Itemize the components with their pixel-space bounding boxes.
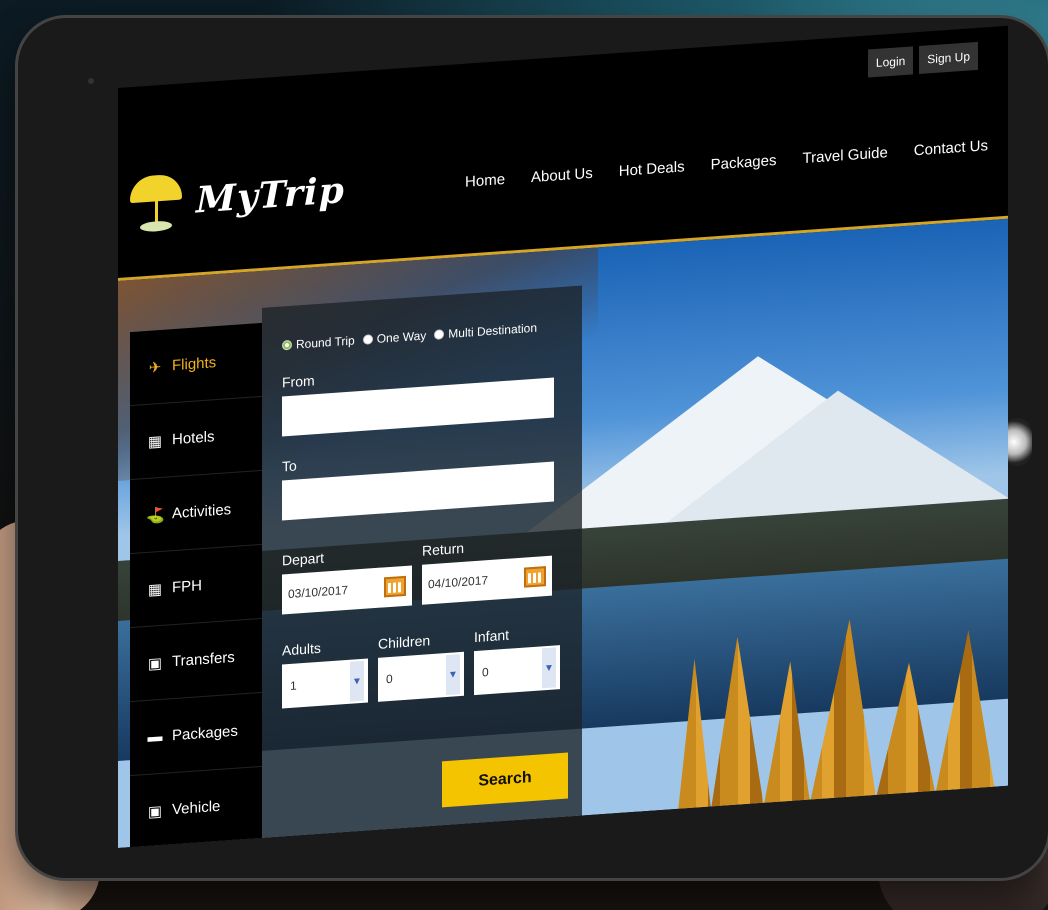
auth-buttons: Login Sign Up [867,41,978,78]
building-icon: ▦ [147,432,163,451]
sidebar-item-label: Transfers [172,648,235,671]
children-value: 0 [386,671,393,687]
sidebar-item-vehicle[interactable]: ▣ Vehicle [130,766,262,848]
return-date-value: 04/10/2017 [428,573,489,592]
adults-label: Adults [282,639,321,659]
sidebar-item-flights[interactable]: ✈ Flights [130,322,262,407]
radio-dot [282,339,292,351]
car-icon: ▣ [147,654,163,673]
signup-button[interactable]: Sign Up [919,41,978,74]
building-icon: ▦ [147,580,163,599]
sidebar-item-label: FPH [172,577,202,597]
umbrella-icon [130,173,186,233]
trip-type-group: Round Trip One Way Multi Destination [282,319,562,353]
main-nav: Home About Us Hot Deals Packages Travel … [465,137,988,191]
sidebar-item-label: Packages [172,722,238,745]
sidebar-item-label: Activities [172,501,232,523]
radio-dot [362,334,373,345]
chevron-down-icon: ▼ [446,654,460,696]
depart-date-value: 03/10/2017 [288,582,349,602]
login-button[interactable]: Login [867,46,914,78]
screen: Login Sign Up MyTrip Home About Us Hot D… [118,25,1008,848]
radio-dot [434,329,445,340]
radio-label: One Way [376,328,427,346]
nav-contact-us[interactable]: Contact Us [914,137,988,159]
sidebar-item-hotels[interactable]: ▦ Hotels [130,396,262,481]
chevron-down-icon: ▼ [542,647,556,689]
adults-select[interactable]: 1 ▼ [282,658,368,709]
radio-label: Multi Destination [448,320,537,341]
nav-packages[interactable]: Packages [711,152,777,174]
golfer-icon: ⛳ [146,506,165,525]
depart-label: Depart [282,549,325,569]
depart-date-field[interactable]: 03/10/2017 [282,565,412,615]
nav-hot-deals[interactable]: Hot Deals [619,158,685,180]
sidebar-item-activities[interactable]: ⛳ Activities [130,470,262,555]
calendar-icon[interactable] [384,575,406,598]
car-icon: ▣ [147,802,163,821]
sidebar-item-transfers[interactable]: ▣ Transfers [130,618,262,703]
package-icon: ▬ [147,727,163,746]
service-menu: ✈ Flights ▦ Hotels ⛳ Activities ▦ FPH ▣ … [130,322,262,848]
radio-multi-destination[interactable]: Multi Destination [434,321,537,342]
logo-text: MyTrip [196,169,345,222]
sidebar-item-label: Flights [172,354,217,375]
calendar-icon[interactable] [524,566,546,588]
nav-about-us[interactable]: About Us [531,165,593,186]
chevron-down-icon: ▼ [350,660,364,702]
children-select[interactable]: 0 ▼ [378,651,464,702]
flight-search-form: Round Trip One Way Multi Destination Fro… [262,285,582,838]
plane-icon: ✈ [148,358,162,377]
children-label: Children [378,632,431,652]
logo[interactable]: MyTrip [130,162,345,233]
nav-travel-guide[interactable]: Travel Guide [802,144,887,167]
search-button[interactable]: Search [442,752,568,808]
radio-round-trip[interactable]: Round Trip [282,333,355,352]
return-date-field[interactable]: 04/10/2017 [422,555,552,605]
radio-label: Round Trip [296,333,355,352]
tablet-frame: Login Sign Up MyTrip Home About Us Hot D… [18,18,1048,878]
sidebar-item-fph[interactable]: ▦ FPH [130,544,262,629]
adults-value: 1 [290,678,297,693]
sidebar-item-label: Hotels [172,428,215,449]
camera-icon [88,78,94,84]
infant-select[interactable]: 0 ▼ [474,645,560,696]
sidebar-item-packages[interactable]: ▬ Packages [130,692,262,777]
return-label: Return [422,539,465,559]
radio-one-way[interactable]: One Way [362,328,427,346]
infant-label: Infant [474,626,510,646]
nav-home[interactable]: Home [465,171,505,191]
sidebar-item-label: Vehicle [172,797,221,819]
infant-value: 0 [482,665,489,680]
